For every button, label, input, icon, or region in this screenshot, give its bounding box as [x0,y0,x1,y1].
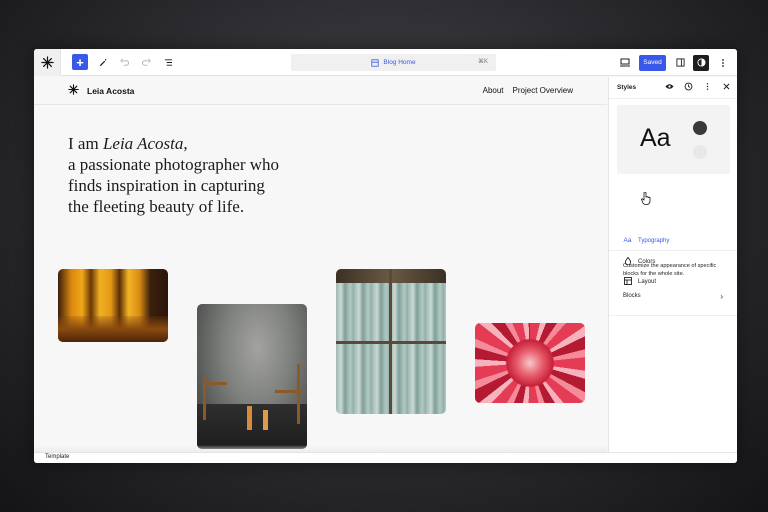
editor-canvas[interactable]: Leia Acosta About Project Overview I am … [34,77,607,453]
blocks-label: Blocks [623,293,641,299]
editor-toolbar: + Blog Home ⌘K Saved [34,49,737,76]
mouse-pointer-hand-icon [641,192,651,205]
more-vertical-icon [722,58,724,67]
breadcrumb-template[interactable]: Template [45,454,69,460]
panel-header: Styles [609,77,737,99]
redo-icon [141,58,151,66]
site-navigation: About Project Overview [483,86,573,95]
preview-color-dot-secondary [693,145,707,159]
eye-icon [664,84,674,89]
preview-color-dot-primary [693,121,707,135]
editor-window: + Blog Home ⌘K Saved Leia Acosta About P… [34,49,737,463]
hero-line-4: the fleeting beauty of life. [68,197,245,216]
hero-name: Leia Acosta [102,134,184,153]
panel-item-typography[interactable]: Aa Typography [623,237,670,244]
half-circle-icon [696,58,706,67]
gallery-photo-chairs[interactable] [197,304,307,449]
sidebar-icon [675,58,685,67]
panel-item-layout[interactable]: Layout [623,277,656,287]
hero-heading[interactable]: I am Leia Acosta, a passionate photograp… [68,133,368,217]
photo-candle [263,410,268,430]
document-overview-button[interactable] [160,54,176,70]
photo-candle [247,406,252,430]
close-panel-button[interactable] [720,83,732,92]
chevron-right-icon: › [720,292,723,301]
photo-chair-seat [205,382,227,385]
site-header: Leia Acosta About Project Overview [34,77,607,105]
undo-button[interactable] [116,54,132,70]
undo-icon [119,58,129,66]
panel-divider [609,315,737,316]
panel-item-label: Typography [638,237,670,244]
toolbar-right: Saved [611,49,737,76]
hero-prefix: I am [68,134,103,153]
panel-divider [609,250,737,251]
panel-actions [663,82,732,93]
blocks-description: Customize the appearance of specific blo… [623,263,717,277]
settings-toggle-button[interactable] [672,55,688,71]
styles-panel: Styles Aa Aa Typography Colors Layout Cu… [608,77,737,453]
status-bar: Template [34,452,737,463]
style-book-button[interactable] [663,83,675,92]
hero-line-3: finds inspiration in capturing [68,176,265,195]
hero-line-1: I am Leia Acosta, [68,133,368,154]
desktop-icon [620,58,630,67]
gallery-photo-corridor[interactable] [58,269,168,342]
photo-chair-leg [203,376,206,420]
list-view-icon [164,58,172,66]
panel-title: Styles [617,84,637,91]
preview-typography-sample: Aa [640,124,671,152]
typography-icon: Aa [623,237,632,244]
tools-button[interactable] [94,54,110,70]
hero-line-2: a passionate photographer who [68,155,280,174]
panel-options-button[interactable] [701,82,713,93]
nav-link-about[interactable]: About [483,86,504,95]
history-icon [684,82,692,91]
document-title: Blog Home [383,59,416,66]
asterisk-logo-icon [40,55,54,69]
pen-icon [99,58,107,66]
save-button[interactable]: Saved [639,54,666,71]
document-bar[interactable]: Blog Home ⌘K [291,54,496,71]
styles-toggle-button[interactable] [693,54,709,71]
style-preview[interactable]: Aa [617,105,730,174]
gallery-photo-flower[interactable] [475,323,585,403]
device-preview-button[interactable] [617,55,633,71]
blocks-item[interactable]: Blocks › [623,292,723,301]
add-block-button[interactable]: + [72,54,88,70]
hero-suffix: , [183,134,188,153]
site-logo-button[interactable] [34,49,61,76]
photo-chair-leg [297,364,300,424]
redo-button[interactable] [138,54,154,70]
nav-link-project-overview[interactable]: Project Overview [513,86,573,95]
revisions-button[interactable] [682,82,694,93]
template-icon [371,58,380,67]
asterisk-site-icon [68,84,79,95]
options-button[interactable] [715,55,731,71]
close-icon [723,83,729,90]
panel-item-label: Layout [638,279,657,285]
command-shortcut: ⌘K [477,59,488,65]
layout-icon [623,277,632,287]
site-title[interactable]: Leia Acosta [87,86,134,96]
gallery-photo-curtains[interactable] [336,269,446,414]
more-vertical-icon [706,83,708,90]
photo-window-frame [389,269,392,414]
photo-floor [197,404,307,449]
